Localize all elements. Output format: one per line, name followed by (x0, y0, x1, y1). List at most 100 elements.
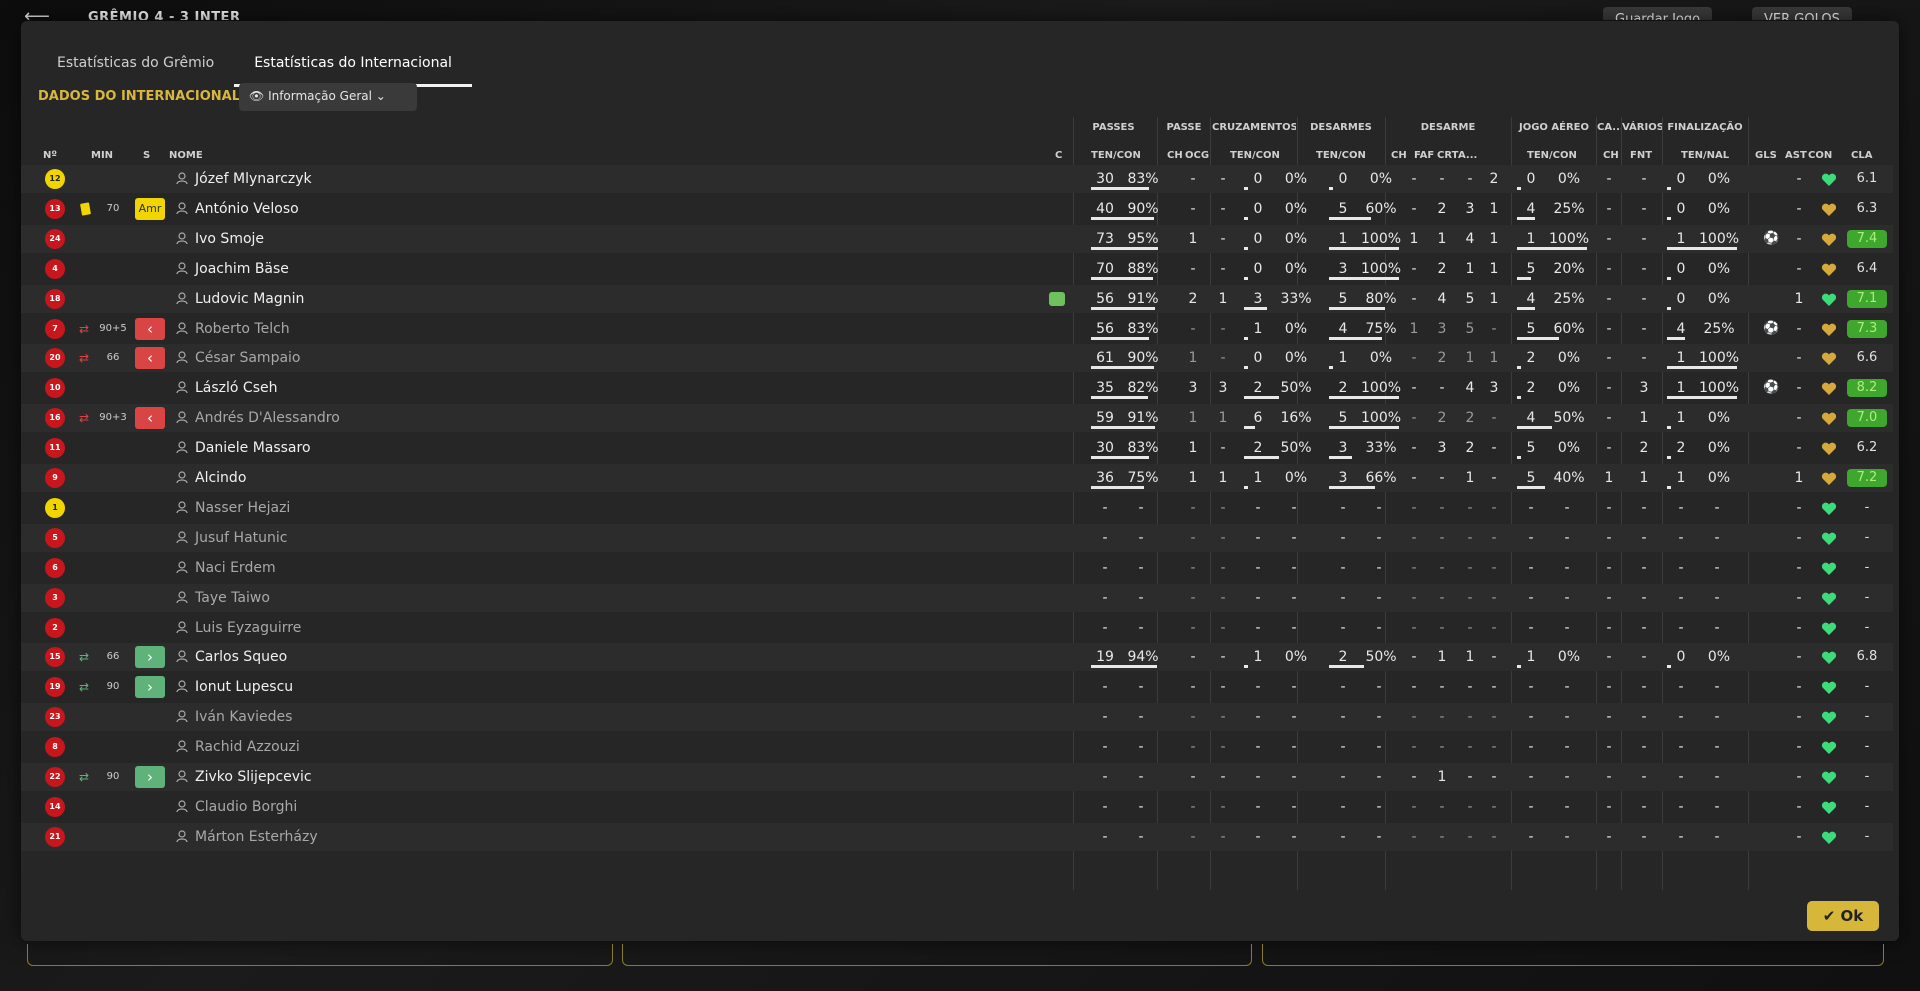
stat-value: - (1439, 499, 1445, 516)
col-header-des-tc[interactable]: TEN/CON (1316, 147, 1366, 165)
player-name[interactable]: Luis Eyzaguirre (195, 614, 301, 642)
player-name[interactable]: Andrés D'Alessandro (195, 404, 340, 432)
progress-bar (1329, 336, 1382, 340)
table-row[interactable]: 8 Rachid Azzouzi - - - - - - - - - - - - - - - - - - - - (21, 733, 1893, 761)
player-name[interactable]: Alcindo (195, 464, 246, 492)
player-name[interactable]: Józef Mlynarczyk (195, 165, 312, 193)
player-name[interactable]: Daniele Massaro (195, 434, 311, 462)
stat-value: - (1606, 440, 1612, 457)
stat-value: - (1190, 260, 1196, 277)
player-name[interactable]: Taye Taiwo (195, 584, 270, 612)
player-name[interactable]: Roberto Telch (195, 315, 290, 343)
tab-bar: Estatísticas do Grêmio Estatísticas do I… (37, 47, 472, 87)
player-name[interactable]: Ludovic Magnin (195, 285, 304, 313)
stat-value: - (1796, 798, 1802, 815)
col-header-fin-tn[interactable]: TEN/NAL (1681, 147, 1729, 165)
person-icon (176, 590, 188, 603)
table-row[interactable]: 6 Naci Erdem - - - - - - - - - - - - - - - - - - - - (21, 554, 1893, 582)
player-name[interactable]: César Sampaio (195, 344, 301, 372)
arrow-left-icon[interactable]: ⟵ (24, 6, 50, 20)
ok-button[interactable]: ✔ Ok (1807, 901, 1879, 931)
table-row[interactable]: 4 Joachim Bäse 70 88% - -0 0% 3 100% -2 1 1 5 20% - -0 0… (21, 255, 1893, 283)
person-icon (176, 800, 188, 813)
table-row[interactable]: 14 Claudio Borghi - - - - - - - - - - - - - - - - - - - - (21, 793, 1893, 821)
col-header-min[interactable]: MIN (91, 147, 113, 165)
player-name[interactable]: Joachim Bäse (195, 255, 289, 283)
col-header-d-crt[interactable]: CRT (1437, 147, 1458, 165)
stat-value: - (1714, 499, 1720, 516)
table-row[interactable]: 18 Ludovic Magnin 56 91% 2 1 3 33% 5 80% -4 5 1 4 25% -… (21, 284, 1893, 313)
player-name[interactable]: Claudio Borghi (195, 793, 297, 821)
player-name[interactable]: Iván Kaviedes (195, 703, 292, 731)
table-row[interactable]: 7 ⇄ 90+5 ‹ Roberto Telch 56 83% - -1 0% 4 75% 1 3 5-5 6… (21, 315, 1893, 343)
col-header-con[interactable]: CON (1808, 147, 1832, 165)
table-row[interactable]: 13 70 Amr António Veloso 40 90% - -0 0% 5 60% -2 3 1 4… (21, 195, 1893, 223)
view-goals-button[interactable]: VER GOLOS (1752, 7, 1852, 20)
table-row[interactable]: 22 ⇄ 90 › Zivko Slijepcevic - - - - - - - - - 1 - - - - - - -… (21, 763, 1893, 791)
table-row[interactable]: 19 ⇄ 90 › Ionut Lupescu - - - - - - - - - - - - - - - - - - - - (21, 673, 1893, 701)
rating-badge: 7.0 (1847, 409, 1887, 428)
table-row[interactable]: 10 László Cseh 35 82% 3 3 2 50% 2 100% - -4 3 2 0% -3 1 1… (21, 374, 1893, 402)
col-header-cla[interactable]: CLA (1851, 147, 1872, 165)
goal-ball-icon: ⚽ (1763, 230, 1780, 246)
player-name[interactable]: Carlos Squeo (195, 643, 287, 671)
player-name[interactable]: László Cseh (195, 374, 277, 402)
stat-value: - (1528, 619, 1534, 636)
stat-value: - (1796, 679, 1802, 696)
player-name[interactable]: Rachid Azzouzi (195, 733, 300, 761)
table-row[interactable]: 12 Józef Mlynarczyk 30 83% - -0 0% 0 0% - - -2 0 0% - -… (21, 165, 1893, 193)
col-header-num[interactable]: Nº (43, 147, 57, 165)
subbed-on-icon: › (135, 766, 165, 788)
tab-gremio-stats[interactable]: Estatísticas do Grêmio (37, 47, 234, 87)
info-dropdown[interactable]: 👁 Informação Geral ⌄ (239, 83, 417, 111)
col-header-c[interactable]: C (1055, 147, 1062, 165)
col-header-s[interactable]: S (143, 147, 150, 165)
table-row[interactable]: 5 Jusuf Hatunic - - - - - - - - - - - - - - - - - - - - (21, 523, 1893, 552)
tab-internacional-stats[interactable]: Estatísticas do Internacional (234, 47, 472, 87)
table-row[interactable]: 16 ⇄ 90+3 ‹ Andrés D'Alessandro 59 91% 1 1 6 16% 5 1… (21, 404, 1893, 433)
table-row[interactable]: 2 Luis Eyzaguirre - - - - - - - - - - - - - - - - - - - - (21, 614, 1893, 642)
col-header-d-ch[interactable]: CH (1391, 147, 1407, 165)
player-name[interactable]: Naci Erdem (195, 554, 276, 582)
stat-value: - (1714, 798, 1720, 815)
table-row[interactable]: 23 Iván Kaviedes - - - - - - - - - - - - - - - - - - - - (21, 703, 1893, 732)
stat-value: 1 (1526, 649, 1536, 666)
table-row[interactable]: 3 Taye Taiwo - - - - - - - - - - - - - - - - - - - - (21, 583, 1893, 612)
col-header-gls[interactable]: GLS (1755, 147, 1777, 165)
col-header-d-faf[interactable]: FAF (1414, 147, 1434, 165)
table-row[interactable]: 20 ⇄ 66 ‹ César Sampaio 61 90% 1-0 0% 1 0% -2 1 1 2 0% -… (21, 344, 1893, 373)
player-name[interactable]: Márton Esterházy (195, 823, 318, 851)
player-name[interactable]: Jusuf Hatunic (195, 524, 287, 552)
progress-bar (1667, 456, 1671, 460)
table-row[interactable]: 11 Daniele Massaro 30 83% 1-2 50% 3 33% -3 2-5 0% -… (21, 434, 1893, 462)
player-name[interactable]: Zivko Slijepcevic (195, 763, 312, 791)
stat-value: 1 (1604, 470, 1614, 486)
player-name[interactable]: Nasser Hejazi (195, 494, 290, 522)
col-header-ast[interactable]: AST (1785, 147, 1807, 165)
condition-heart-icon (1821, 472, 1837, 485)
col-header-d-a[interactable]: A... (1458, 147, 1477, 165)
stat-value: - (1528, 529, 1534, 546)
substitution-icon: ⇄ (79, 680, 90, 695)
stat-value: - (1606, 410, 1612, 427)
col-header-p-ch[interactable]: CH (1167, 147, 1183, 165)
shirt-number-badge: 23 (45, 707, 65, 728)
save-game-button[interactable]: Guardar Jogo (1603, 7, 1713, 20)
col-header-aer-tc[interactable]: TEN/CON (1527, 147, 1577, 165)
player-name[interactable]: Ivo Smoje (195, 225, 264, 253)
player-name[interactable]: António Veloso (195, 195, 299, 223)
player-name[interactable]: Ionut Lupescu (195, 673, 293, 701)
col-header-pass-tc[interactable]: TEN/CON (1091, 147, 1141, 165)
table-row[interactable]: 15 ⇄ 66 › Carlos Squeo 19 94% - -1 0% 2 50% -1 1-1 0% -… (21, 643, 1893, 672)
table-row[interactable]: 9 Alcindo 36 75% 1 1 1 0% 3 66% - -1-5 40% 1 1 1 0% 1 7.2 (21, 464, 1893, 492)
person-icon (176, 291, 188, 304)
col-header-nome[interactable]: NOME (169, 147, 203, 165)
col-header-p-ocg[interactable]: OCG (1185, 147, 1209, 165)
col-header-cru-tc[interactable]: TEN/CON (1230, 147, 1280, 165)
table-row[interactable]: 21 Márton Esterházy - - - - - - - - - - - - - - - - - - - - (21, 822, 1893, 851)
rating-badge: 7.1 (1847, 289, 1887, 308)
table-row[interactable]: 1 Nasser Hejazi - - - - - - - - - - - - - - - - - - - - (21, 494, 1893, 522)
table-row[interactable]: 24 Ivo Smoje 73 95% 1-0 0% 1 100% 1 1 4 1 1 100% - -1 10… (21, 224, 1893, 253)
col-header-var-fnt[interactable]: FNT (1630, 147, 1652, 165)
col-header-ca-ch[interactable]: CH (1603, 147, 1619, 165)
